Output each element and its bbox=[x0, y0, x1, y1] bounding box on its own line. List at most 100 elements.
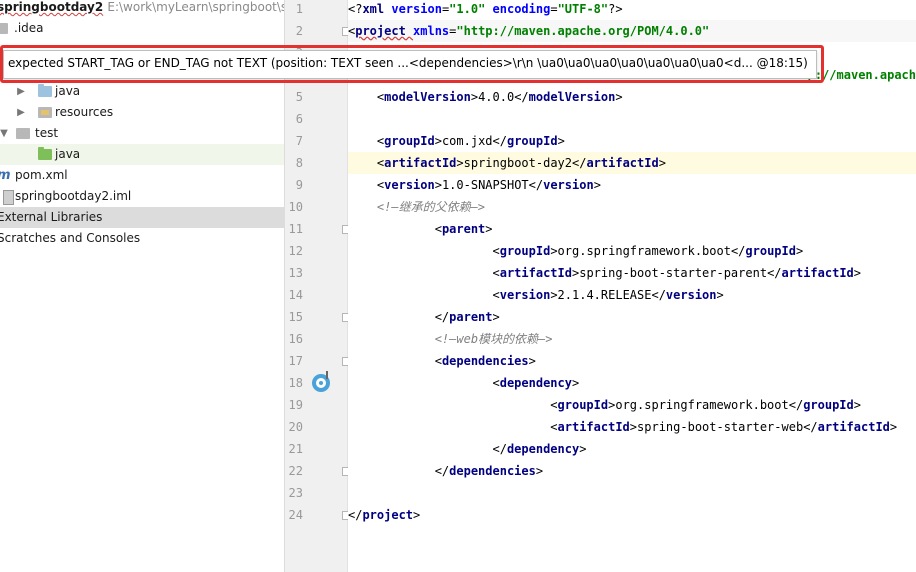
tree-item-iml[interactable]: springbootday2.iml bbox=[0, 186, 284, 207]
tree-item-label: pom.xml bbox=[15, 168, 68, 182]
line-number: 8 bbox=[295, 156, 303, 170]
line-number: 13 bbox=[288, 266, 303, 280]
code-line[interactable]: <?xml version="1.0" encoding="UTF-8"?> bbox=[348, 0, 916, 20]
code-line[interactable]: </project> bbox=[348, 504, 916, 526]
code-token: > bbox=[434, 134, 442, 148]
code-line[interactable]: <artifactId>spring-boot-starter-web</art… bbox=[348, 416, 916, 438]
tree-item-java-main[interactable]: ▶ java bbox=[0, 81, 284, 102]
code-line[interactable] bbox=[348, 108, 916, 130]
code-line[interactable]: <artifactId>spring-boot-starter-parent</… bbox=[348, 262, 916, 284]
code-line[interactable]: <!—继承的父依赖—> bbox=[348, 196, 916, 218]
tree-item-java-test[interactable]: java bbox=[0, 144, 284, 165]
code-token: parent bbox=[449, 310, 493, 324]
tree-item-pom[interactable]: m pom.xml bbox=[0, 165, 284, 186]
editor-gutter[interactable]: 123456789101112131415161718192021222324 bbox=[285, 0, 351, 572]
code-token: ?> bbox=[608, 2, 623, 16]
line-number: 12 bbox=[288, 244, 303, 258]
line-number: 5 bbox=[295, 90, 303, 104]
code-line[interactable]: <dependency> bbox=[348, 372, 916, 394]
code-line[interactable]: <groupId>org.springframework.boot</group… bbox=[348, 394, 916, 416]
source-folder-icon bbox=[38, 84, 52, 97]
tree-item-resources[interactable]: ▶ resources bbox=[0, 102, 284, 123]
tree-item-scratches[interactable]: Scratches and Consoles bbox=[0, 228, 284, 249]
code-line[interactable]: <artifactId>springboot-day2</artifactId> bbox=[348, 152, 916, 174]
code-line[interactable]: </parent> bbox=[348, 306, 916, 328]
code-token: artifactId bbox=[557, 420, 630, 434]
code-line[interactable]: <version>2.1.4.RELEASE</version> bbox=[348, 284, 916, 306]
code-token: version bbox=[499, 288, 551, 302]
code-token: < bbox=[492, 288, 500, 302]
tree-item-label: java bbox=[55, 147, 81, 161]
code-line[interactable]: <parent> bbox=[348, 218, 916, 240]
code-line[interactable] bbox=[348, 482, 916, 504]
line-number: 22 bbox=[288, 464, 303, 478]
code-token: dependencies bbox=[449, 464, 536, 478]
code-token: > bbox=[629, 420, 638, 434]
code-token: </ bbox=[492, 134, 507, 148]
expand-arrow-icon[interactable]: ▶ bbox=[16, 81, 26, 102]
code-token: parent bbox=[441, 222, 486, 236]
code-token: > bbox=[571, 376, 580, 390]
tree-item-idea[interactable]: .idea bbox=[0, 18, 284, 39]
code-line[interactable]: <project xmlns="http://maven.apache.org/… bbox=[348, 20, 916, 42]
code-token: groupId bbox=[557, 398, 609, 412]
code-token: com.jxd bbox=[441, 134, 493, 148]
folder-icon bbox=[0, 23, 8, 34]
line-number: 10 bbox=[288, 200, 303, 214]
tree-item-project-root[interactable]: springbootday2 E:\work\myLearn\springboo… bbox=[0, 0, 284, 18]
line-number: 9 bbox=[295, 178, 303, 192]
code-token: > bbox=[470, 90, 479, 104]
code-token: xml bbox=[362, 2, 392, 16]
code-token: groupId bbox=[506, 134, 558, 148]
code-token: > bbox=[579, 442, 587, 456]
maven-dependency-icon[interactable] bbox=[312, 371, 330, 392]
code-line[interactable]: <dependencies> bbox=[348, 350, 916, 372]
code-token: modelVersion bbox=[528, 90, 616, 104]
code-token: dependency bbox=[499, 376, 572, 390]
collapse-arrow-icon[interactable]: ▼ bbox=[0, 123, 9, 144]
code-token: org.springframework.boot bbox=[557, 244, 731, 258]
code-line[interactable]: <version>1.0-SNAPSHOT</version> bbox=[348, 174, 916, 196]
expand-arrow-icon[interactable]: ▶ bbox=[16, 102, 26, 123]
tree-item-test[interactable]: ▼ test bbox=[0, 123, 284, 144]
code-token: > bbox=[853, 266, 861, 280]
code-token: artifactId bbox=[817, 420, 890, 434]
project-name: springbootday2 bbox=[0, 0, 104, 14]
code-line[interactable]: <groupId>com.jxd</groupId> bbox=[348, 130, 916, 152]
code-token: </ bbox=[767, 266, 782, 280]
tree-item-external-libraries[interactable]: External Libraries bbox=[0, 207, 284, 228]
code-line[interactable]: <modelVersion>4.0.0</modelVersion> bbox=[348, 86, 916, 108]
code-line[interactable]: <groupId>org.springframework.boot</group… bbox=[348, 240, 916, 262]
tree-item-label: java bbox=[55, 84, 81, 98]
code-token: > bbox=[434, 178, 442, 192]
line-number: 2 bbox=[295, 24, 303, 38]
line-number: 19 bbox=[288, 398, 303, 412]
code-line[interactable]: </dependencies> bbox=[348, 460, 916, 482]
line-number: 7 bbox=[295, 134, 303, 148]
tree-item-label: Scratches and Consoles bbox=[0, 231, 141, 245]
code-token: modelVersion bbox=[384, 90, 471, 104]
code-token: dependencies bbox=[441, 354, 529, 368]
line-number: 20 bbox=[288, 420, 303, 434]
code-token: </ bbox=[514, 90, 529, 104]
line-number: 16 bbox=[288, 332, 303, 346]
code-token: artifactId bbox=[384, 156, 457, 170]
code-line[interactable]: <!—web模块的依赖—> bbox=[348, 328, 916, 350]
line-number: 17 bbox=[288, 354, 303, 368]
code-token: dependency bbox=[506, 442, 580, 456]
code-token: </ bbox=[348, 508, 363, 522]
code-token: artifactId bbox=[586, 156, 659, 170]
code-token: project bbox=[362, 508, 414, 522]
code-line[interactable]: </dependency> bbox=[348, 438, 916, 460]
code-token: < bbox=[492, 376, 500, 390]
